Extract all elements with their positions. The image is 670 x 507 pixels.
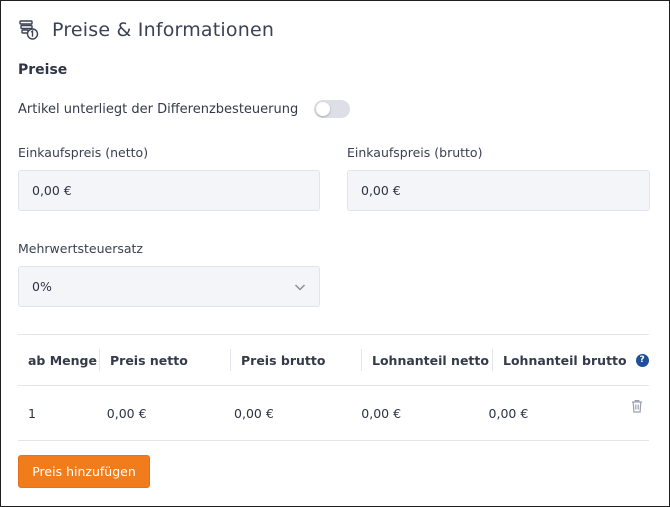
cell-price-net: 0,00 €: [106, 405, 147, 421]
vat-rate-value: 0%: [32, 279, 52, 294]
col-header-price-net: Preis netto: [99, 349, 230, 371]
toggle-knob: [316, 102, 331, 116]
add-price-button[interactable]: Preis hinzufügen: [18, 455, 150, 488]
page-title: Preise & Informationen: [52, 19, 275, 41]
purchase-price-gross-input[interactable]: 0,00 €: [347, 170, 650, 211]
purchase-price-net-label: Einkaufspreis (netto): [18, 145, 149, 160]
help-icon[interactable]: ?: [635, 353, 649, 367]
col-header-quantity: ab Menge: [28, 352, 97, 368]
differential-tax-label: Artikel unterliegt der Differenzbesteuer…: [18, 101, 299, 117]
differential-tax-row: Artikel unterliegt der Differenzbesteuer…: [18, 98, 351, 120]
differential-tax-toggle[interactable]: [314, 100, 351, 118]
purchase-price-gross-value: 0,00 €: [361, 183, 401, 198]
col-header-labor-net: Lohnanteil netto: [361, 349, 492, 371]
purchase-price-gross-label: Einkaufspreis (brutto): [347, 145, 483, 160]
price-tag-stack-icon: [18, 19, 40, 41]
table-row: 1 0,00 € 0,00 € 0,00 € 0,00 €: [18, 386, 649, 441]
panel-header: Preise & Informationen: [18, 15, 274, 45]
vat-rate-label: Mehrwertsteuersatz: [18, 241, 143, 256]
price-table: ab Menge Preis netto Preis brutto Lohnan…: [18, 334, 649, 441]
price-info-panel: Preise & Informationen Preise Artikel un…: [0, 0, 670, 507]
cell-quantity: 1: [28, 405, 36, 421]
vat-rate-select[interactable]: 0%: [18, 266, 320, 307]
cell-labor-gross: 0,00 €: [488, 405, 529, 421]
col-header-price-gross: Preis brutto: [230, 349, 361, 371]
purchase-price-net-value: 0,00 €: [32, 183, 72, 198]
price-table-header: ab Menge Preis netto Preis brutto Lohnan…: [18, 335, 649, 386]
col-header-labor-gross-label: Lohnanteil brutto: [503, 352, 627, 368]
trash-icon[interactable]: [631, 398, 643, 417]
col-header-labor-gross: Lohnanteil brutto ?: [492, 349, 649, 371]
purchase-price-net-input[interactable]: 0,00 €: [18, 170, 320, 211]
cell-labor-net: 0,00 €: [361, 405, 402, 421]
chevron-down-icon: [293, 280, 307, 297]
cell-price-gross: 0,00 €: [234, 405, 274, 421]
section-title-prices: Preise: [18, 62, 68, 78]
